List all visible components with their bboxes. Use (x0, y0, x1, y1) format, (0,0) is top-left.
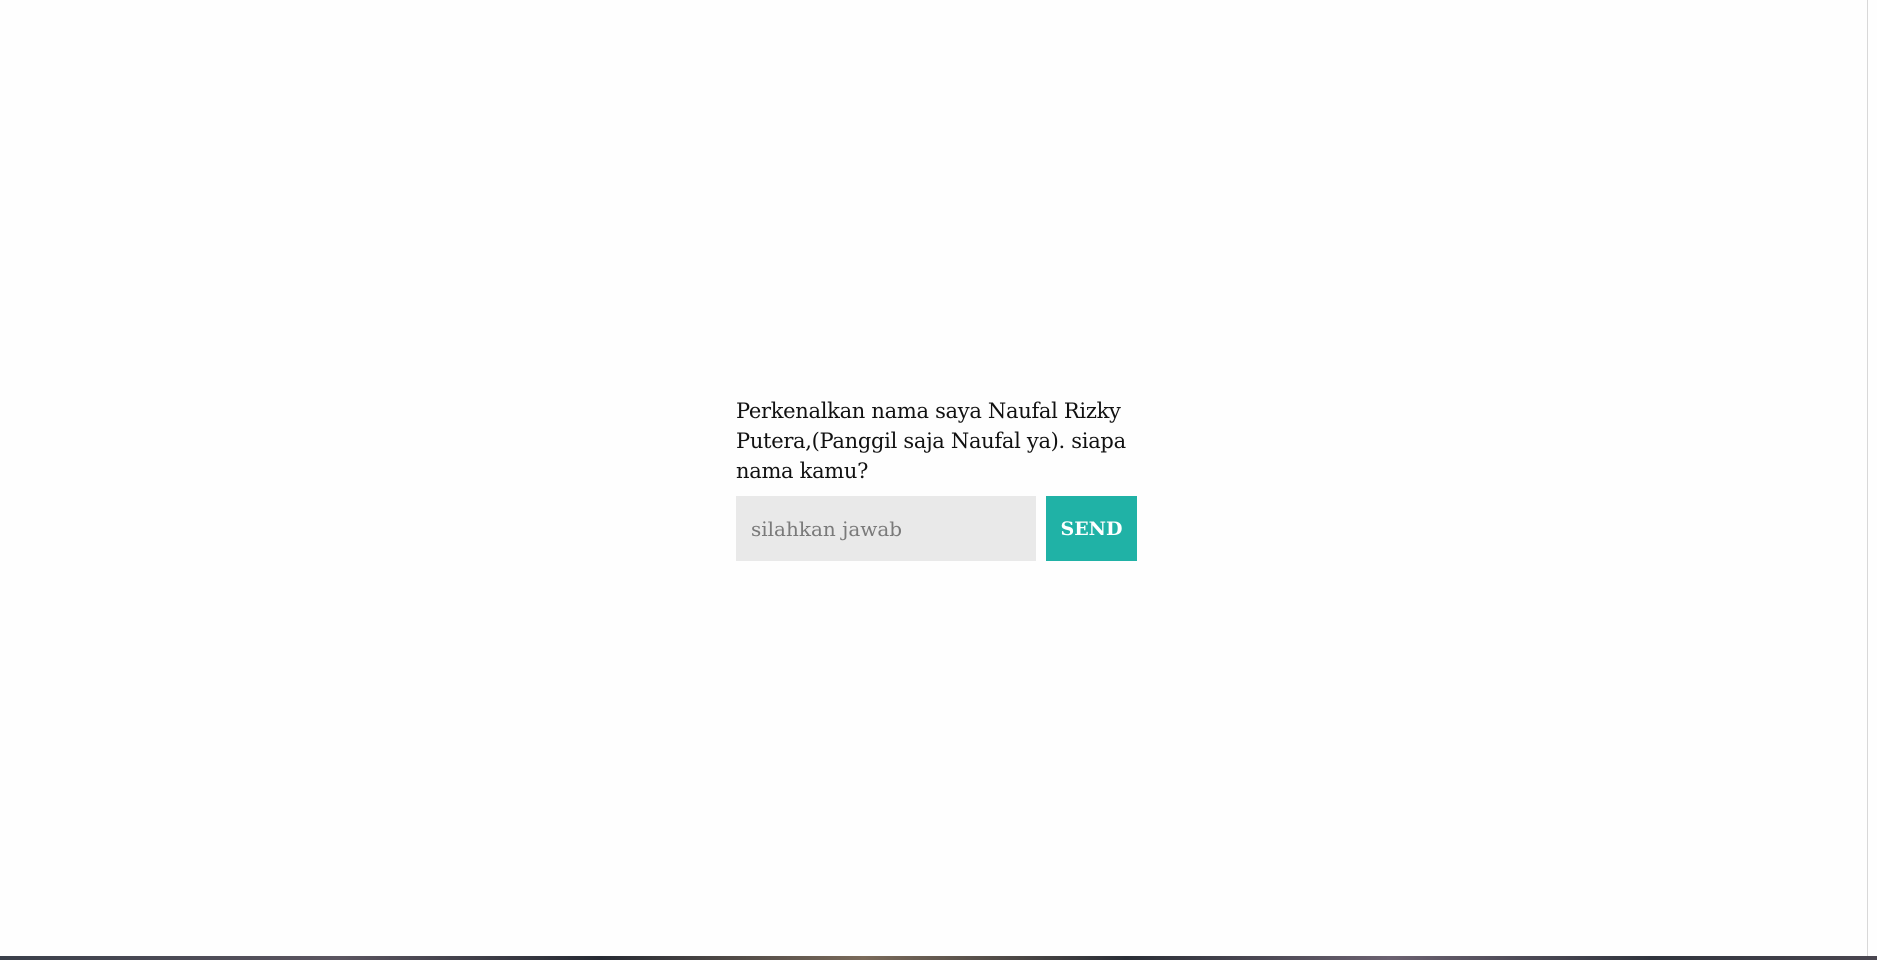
chat-prompt-container: Perkenalkan nama saya Naufal Rizky Puter… (736, 396, 1138, 561)
chat-question-text: Perkenalkan nama saya Naufal Rizky Puter… (736, 399, 1126, 483)
answer-form: SEND (736, 496, 1138, 561)
answer-input[interactable] (736, 496, 1036, 561)
page-background: Perkenalkan nama saya Naufal Rizky Puter… (0, 0, 1868, 956)
desktop-taskbar-edge (0, 956, 1877, 960)
send-button[interactable]: SEND (1046, 496, 1137, 561)
window-right-edge (1867, 0, 1868, 956)
